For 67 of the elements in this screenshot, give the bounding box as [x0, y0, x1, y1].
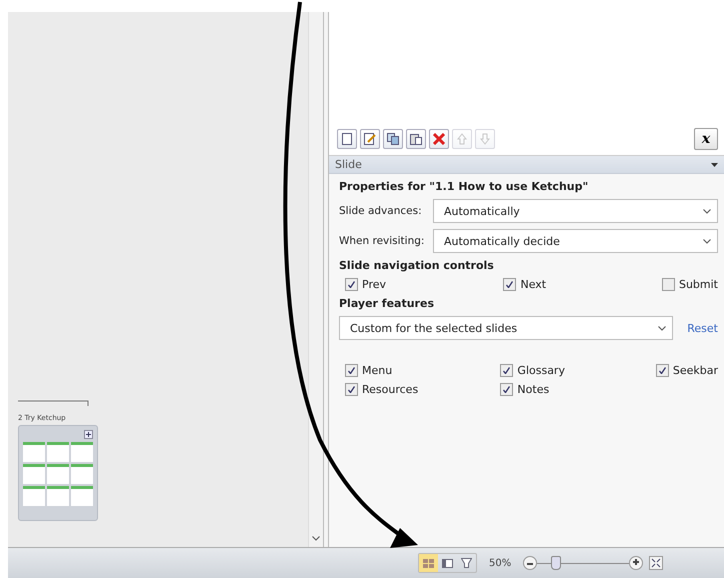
- edit-icon: [364, 133, 376, 145]
- checkbox[interactable]: Next: [503, 278, 662, 291]
- scene-card[interactable]: [18, 425, 98, 521]
- check-icon: [348, 386, 355, 393]
- field-label: Slide advances:: [339, 205, 423, 217]
- zoom-slider[interactable]: [523, 556, 644, 570]
- properties-heading: Properties for "1.1 How to use Ketchup": [339, 180, 590, 193]
- section-title: Slide navigation controls: [339, 259, 495, 272]
- slide-thumbnail[interactable]: [47, 442, 69, 462]
- paste-icon: [410, 133, 422, 145]
- slide-view-icon: [442, 558, 453, 568]
- edit-button[interactable]: [360, 129, 380, 149]
- dropdown[interactable]: Custom for the selected slides: [339, 316, 674, 340]
- section-title: Player features: [339, 297, 435, 310]
- check-icon: [503, 367, 510, 374]
- checkbox[interactable]: Glossary: [500, 364, 656, 377]
- page-icon: [342, 133, 352, 145]
- down-arrow-icon: [480, 133, 490, 145]
- zoom-level: 50%: [489, 558, 512, 568]
- slide-thumbnail[interactable]: [23, 442, 45, 462]
- check-icon: [506, 281, 514, 288]
- slide-thumbnail[interactable]: [71, 486, 93, 506]
- section-header[interactable]: Slide: [329, 156, 724, 174]
- slide-thumbnail[interactable]: [71, 442, 93, 462]
- chevron-down-icon: [312, 536, 320, 541]
- scrollbar[interactable]: [308, 12, 323, 547]
- zoom-in-button[interactable]: [629, 556, 644, 570]
- new-button[interactable]: [337, 129, 357, 149]
- projector-icon: [461, 558, 472, 568]
- slide-thumbnail[interactable]: [71, 464, 93, 484]
- check-icon: [348, 367, 355, 374]
- check-icon: [658, 367, 666, 374]
- checkbox[interactable]: Notes: [500, 383, 656, 396]
- check-icon: [348, 281, 355, 288]
- checkbox[interactable]: Resources: [345, 383, 500, 396]
- delete-button[interactable]: [429, 129, 449, 149]
- chevron-down-icon: [658, 326, 666, 330]
- minus-icon: [527, 563, 534, 565]
- check-icon: [503, 386, 510, 393]
- slide-thumbnail[interactable]: [47, 486, 69, 506]
- grid-icon: [423, 558, 434, 568]
- checkbox[interactable]: Submit: [662, 278, 718, 291]
- paste-button[interactable]: [406, 129, 426, 149]
- plus-icon: [633, 559, 640, 565]
- reset-link[interactable]: Reset: [687, 322, 718, 334]
- copy-button[interactable]: [383, 129, 403, 149]
- slide-thumbnail[interactable]: [23, 486, 45, 506]
- variable-button[interactable]: x: [694, 128, 718, 150]
- zoom-out-button[interactable]: [523, 556, 538, 570]
- chevron-down-icon: [703, 238, 711, 244]
- slide-thumbnail[interactable]: [23, 464, 45, 484]
- dropdown-triangle-icon: [711, 162, 718, 166]
- view-button[interactable]: [419, 554, 438, 572]
- up-arrow-icon: [457, 133, 467, 145]
- slide-thumbnail[interactable]: [47, 464, 69, 484]
- dropdown[interactable]: Automatically decide: [433, 229, 718, 253]
- checkbox[interactable]: Prev: [345, 278, 504, 291]
- chevron-down-icon: [703, 208, 711, 214]
- checkbox[interactable]: Menu: [345, 364, 500, 377]
- copy-icon: [387, 133, 399, 145]
- plus-icon: [84, 430, 93, 439]
- delete-icon: [433, 133, 445, 145]
- fit-icon[interactable]: [649, 556, 664, 570]
- slider-thumb[interactable]: [550, 556, 561, 570]
- checkbox[interactable]: Seekbar: [656, 364, 718, 377]
- field-label: When revisiting:: [339, 235, 426, 247]
- dropdown[interactable]: Automatically: [433, 199, 718, 223]
